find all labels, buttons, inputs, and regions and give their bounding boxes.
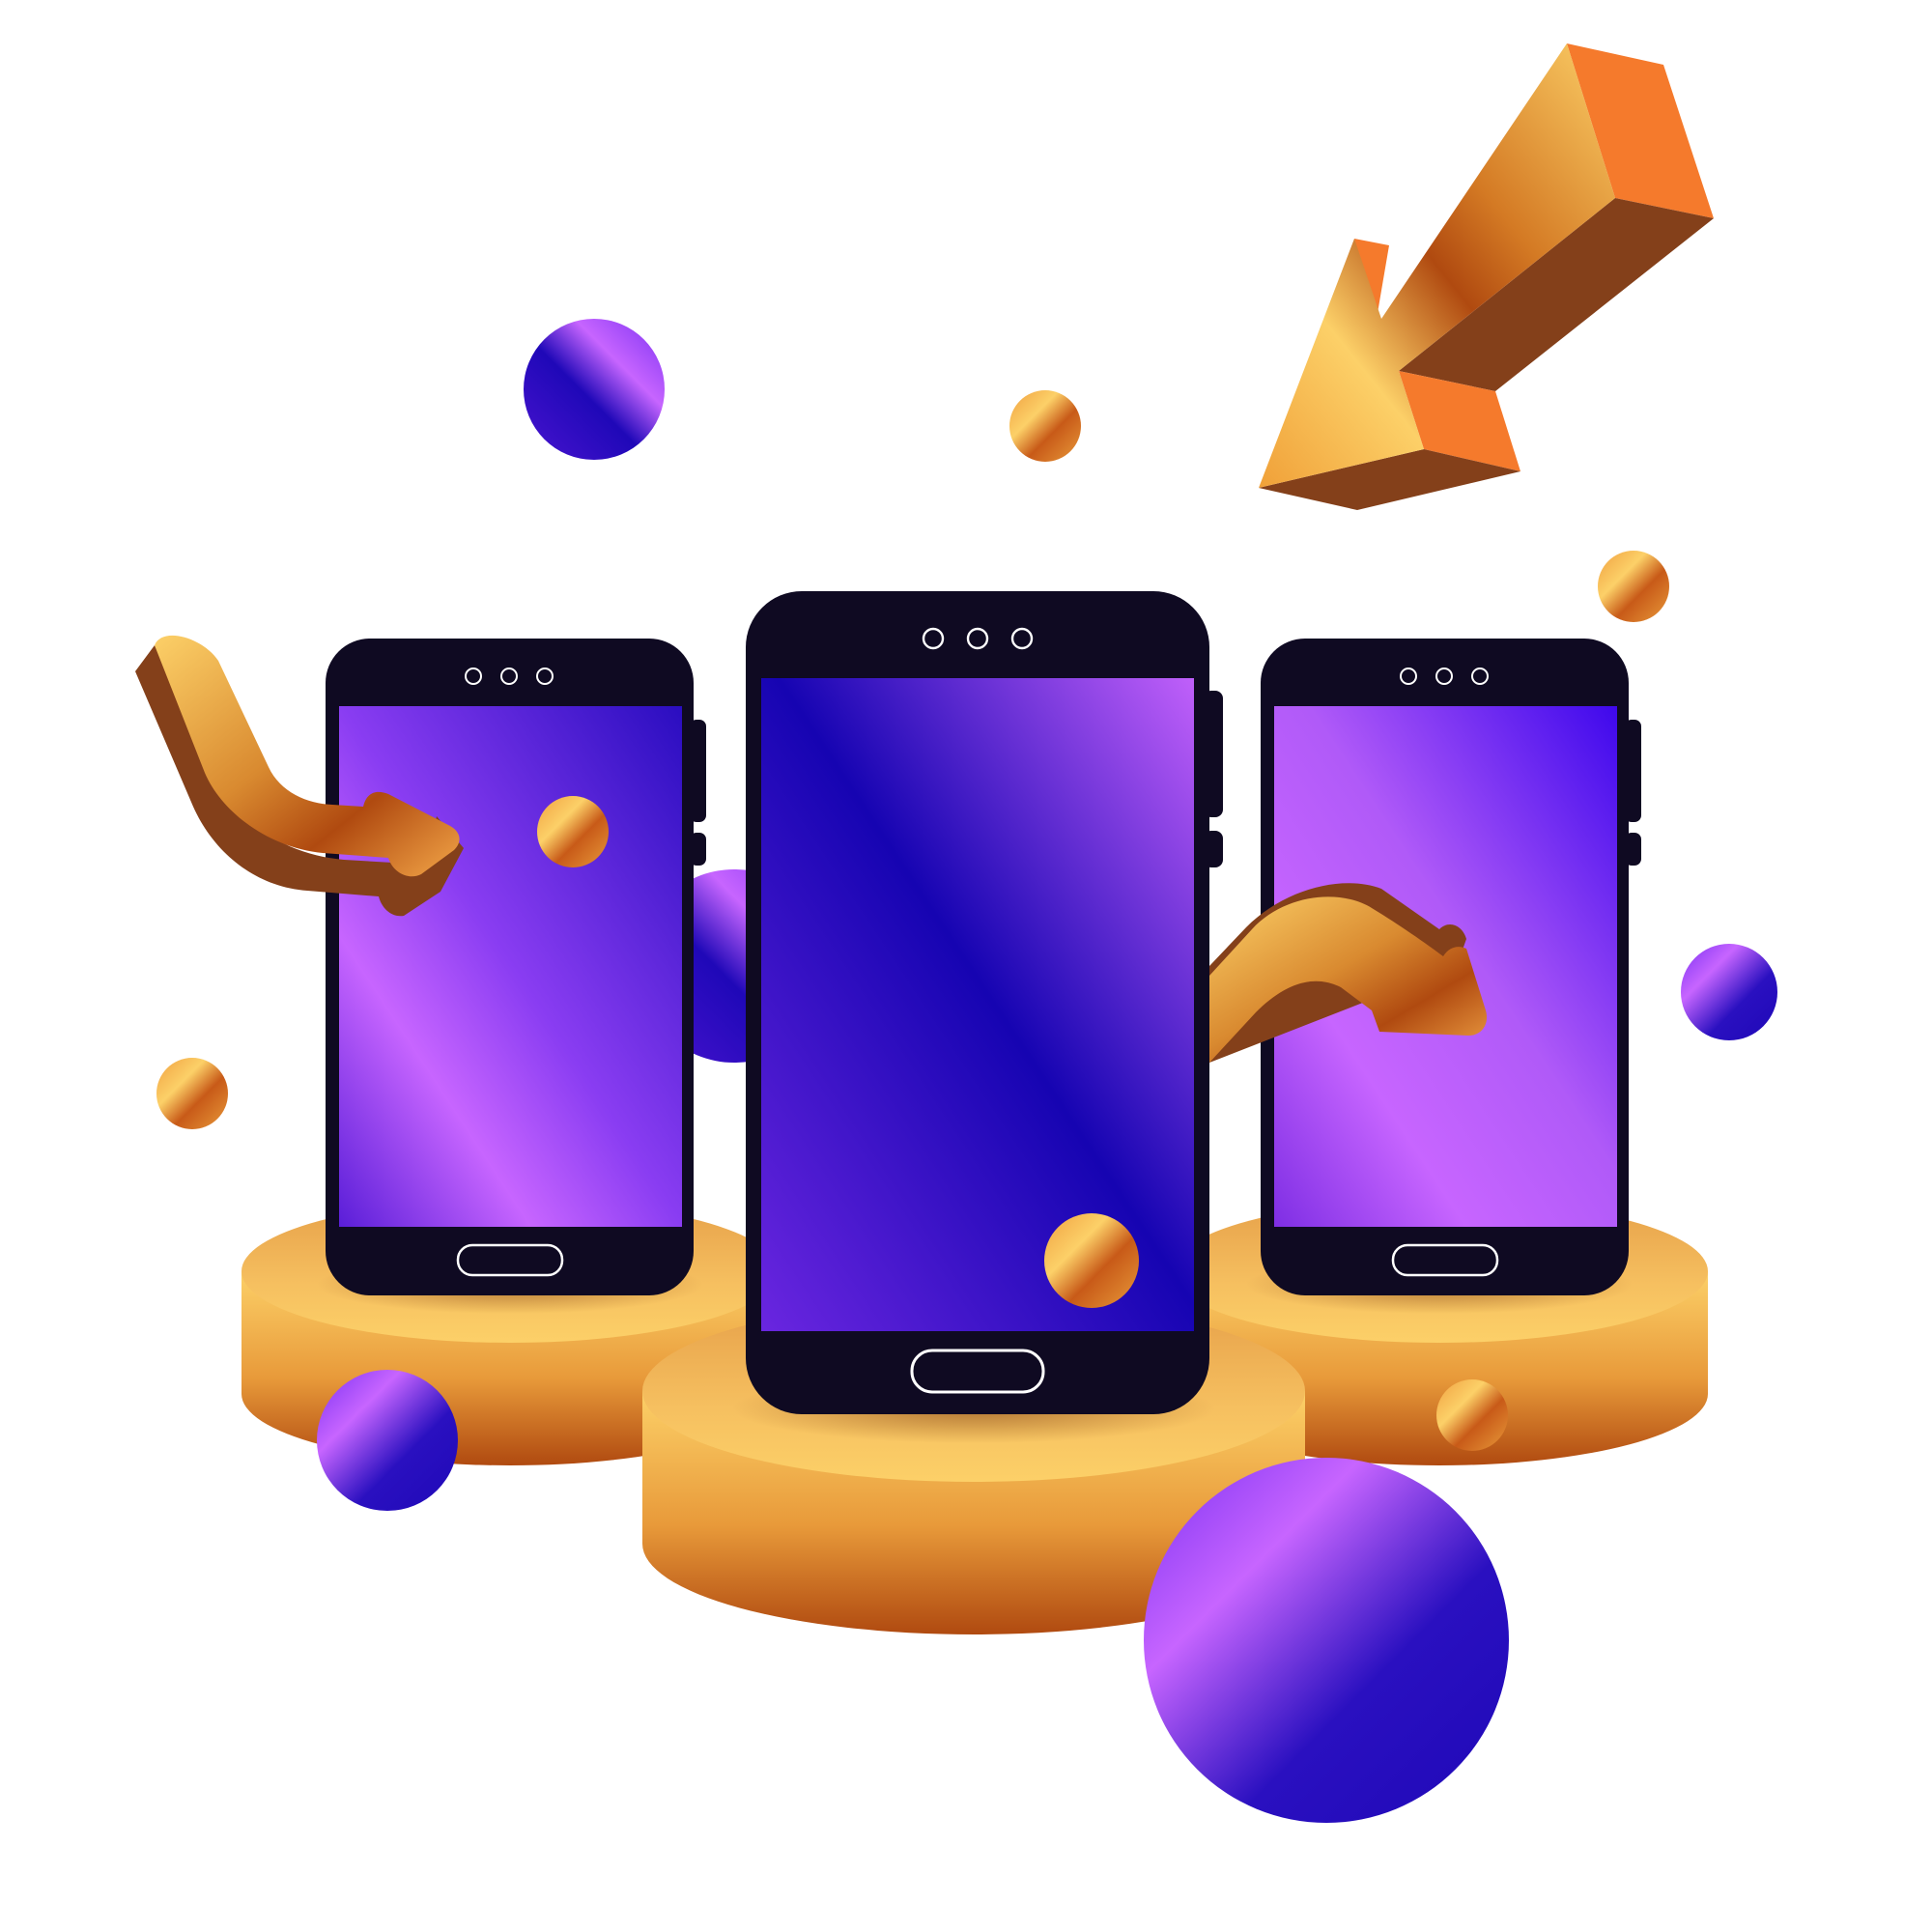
diagonal-arrow-top-right-icon <box>1259 43 1714 510</box>
purple-sphere-bottom-left <box>317 1370 458 1511</box>
illustration-scene <box>135 43 1777 1823</box>
purple-sphere-top-left <box>524 319 665 460</box>
left-phone-screen <box>339 706 682 1227</box>
center-phone <box>746 591 1223 1414</box>
gold-sphere-bottom-right <box>1436 1379 1508 1451</box>
gold-sphere-top-center <box>1009 390 1081 462</box>
left-phone <box>326 639 706 1295</box>
gold-sphere-center-screen <box>1044 1213 1139 1308</box>
gold-sphere-top-right <box>1598 551 1669 622</box>
purple-sphere-right <box>1681 944 1777 1040</box>
gold-sphere-left-screen <box>537 796 609 867</box>
gold-sphere-far-left <box>156 1058 228 1129</box>
purple-sphere-large-bottom <box>1144 1458 1509 1823</box>
